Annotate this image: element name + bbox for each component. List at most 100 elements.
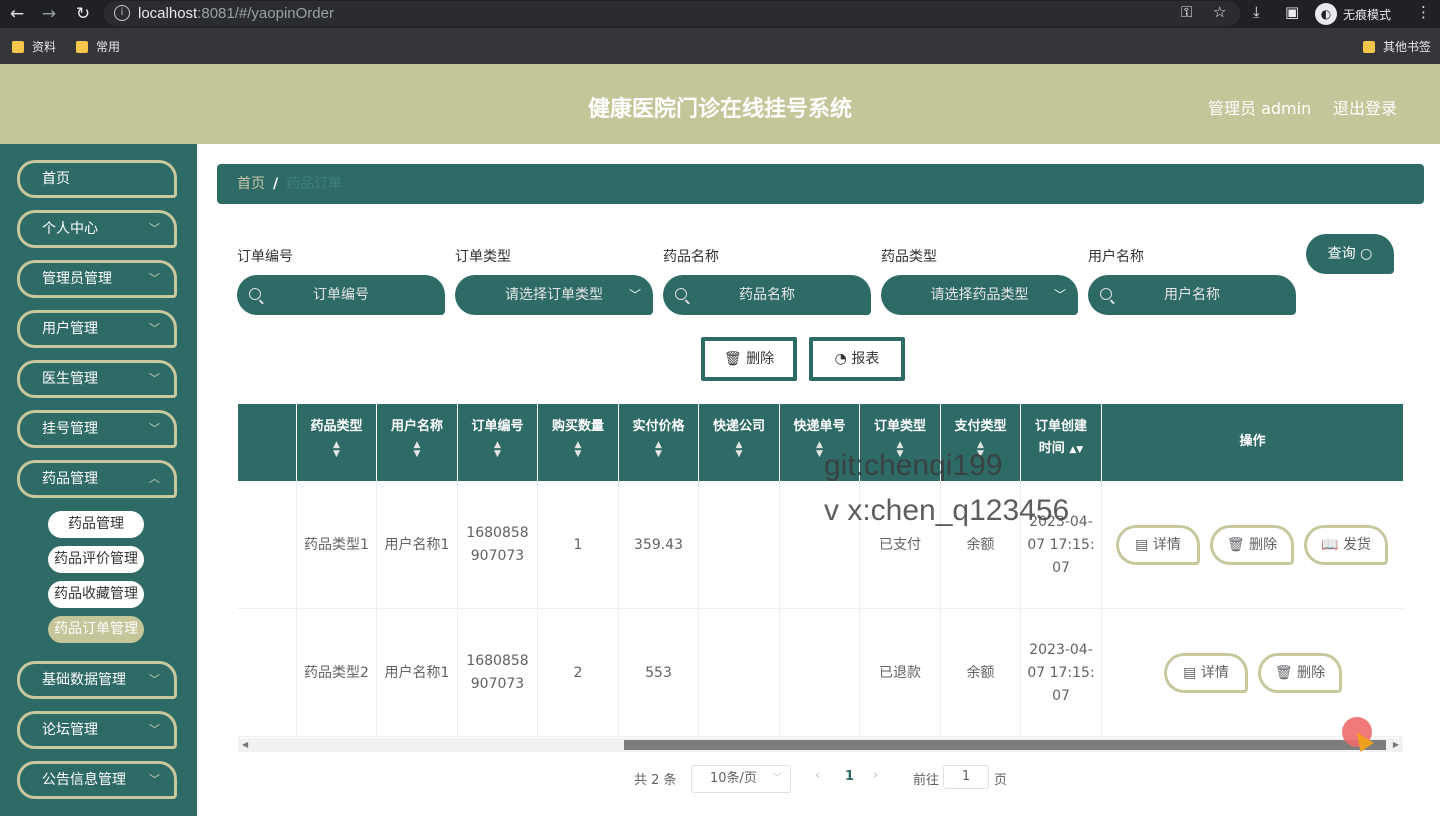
- sort-icon[interactable]: ▲▼: [297, 441, 376, 459]
- scroll-left-icon[interactable]: ◀: [242, 738, 248, 752]
- delete-label: 删除: [1297, 665, 1326, 681]
- user-name-placeholder: 用户名称: [1164, 287, 1220, 303]
- book-icon: 📖: [1321, 537, 1339, 553]
- sidebar-item-label: 首页: [42, 171, 70, 187]
- chevron-down-icon: ﹀: [1053, 288, 1066, 302]
- order-type-select[interactable]: 请选择订单类型 ﹀: [455, 275, 653, 315]
- sidebar-item-personal-center[interactable]: 个人中心 ﹀: [17, 210, 177, 248]
- table-header: 药品类型 ▲ ▼ 用户名称 ▲ ▼ 订单编号 ▲ ▼ 购买数量 ▲ ▼ 实付价格 ▲ ▼ 快递公司 ▲…: [238, 404, 1403, 481]
- ship-button[interactable]: 📖 发货: [1304, 525, 1388, 565]
- sidebar-item-registration-management[interactable]: 挂号管理 ﹀: [17, 410, 177, 448]
- sidebar-item-label: 用户管理: [42, 321, 98, 337]
- folder-icon: [12, 40, 24, 53]
- address-bar[interactable]: i localhost:8081/#/yaopinOrder: [104, 1, 1240, 26]
- goto-page-input[interactable]: 1: [943, 765, 989, 789]
- chevron-down-icon: ﹀: [149, 723, 160, 736]
- logout-link[interactable]: 退出登录: [1333, 95, 1397, 119]
- watermark-line: v x:chen_q123456: [824, 494, 1070, 527]
- back-icon[interactable]: ←: [6, 3, 28, 25]
- reload-icon[interactable]: ↻: [72, 3, 94, 25]
- incognito-indicator[interactable]: ◐ 无痕模式: [1315, 3, 1391, 25]
- cell-price: 553: [619, 609, 699, 737]
- detail-label: 详情: [1152, 537, 1181, 553]
- row-select-cell[interactable]: [238, 481, 297, 609]
- other-bookmarks[interactable]: 其他书签: [1363, 38, 1431, 55]
- column-header[interactable]: 订单编号 ▲ ▼: [458, 404, 538, 481]
- chevron-down-icon: ﹀: [772, 773, 782, 784]
- browser-toolbar: ← → ↻ i localhost:8081/#/yaopinOrder ⚿ ☆…: [0, 0, 1440, 28]
- column-header[interactable]: 订单创建时间 ▲▼: [1021, 404, 1102, 481]
- sidebar-item-label: 管理员管理: [42, 271, 112, 287]
- cell-tracking-no: [780, 609, 860, 737]
- sidebar-item-label: 个人中心: [42, 221, 98, 237]
- sidebar-item-base-data[interactable]: 基础数据管理 ﹀: [17, 661, 177, 699]
- other-bookmarks-label: 其他书签: [1383, 40, 1432, 54]
- scroll-right-icon[interactable]: ▶: [1393, 738, 1399, 752]
- search-icon: [249, 288, 261, 300]
- sidebar-item-admin-management[interactable]: 管理员管理 ﹀: [17, 260, 177, 298]
- pie-chart-icon: ◔: [834, 351, 847, 367]
- sidebar-item-label: 论坛管理: [42, 722, 98, 738]
- sort-icon[interactable]: ▲▼: [1069, 445, 1083, 455]
- bookmark-folder[interactable]: 资料: [12, 38, 56, 55]
- search-icon: ○: [1360, 246, 1373, 262]
- key-icon[interactable]: ⚿: [1181, 3, 1192, 21]
- scrollbar-thumb[interactable]: [624, 740, 1386, 750]
- document-icon: ▤: [1183, 665, 1197, 681]
- horizontal-scrollbar[interactable]: ◀ ▶: [238, 738, 1403, 752]
- delete-button[interactable]: 🗑 删除: [1210, 525, 1294, 565]
- site-info-icon[interactable]: i: [114, 5, 130, 21]
- bookmark-folder[interactable]: 常用: [76, 38, 120, 55]
- page-number-current[interactable]: 1: [845, 769, 854, 784]
- chevron-down-icon: ﹀: [149, 422, 160, 435]
- submenu-item-medicine[interactable]: 药品管理: [48, 511, 144, 538]
- pagination-total: 共 2 条: [634, 773, 677, 788]
- sort-icon[interactable]: ▲▼: [538, 441, 618, 459]
- forward-icon[interactable]: →: [38, 3, 60, 25]
- bookmark-star-icon[interactable]: ☆: [1213, 3, 1226, 21]
- sidebar-item-home[interactable]: 首页: [17, 160, 177, 198]
- row-select-cell[interactable]: [238, 609, 297, 737]
- download-icon[interactable]: ⤓: [1253, 3, 1260, 21]
- sidebar-item-forum[interactable]: 论坛管理 ﹀: [17, 711, 177, 749]
- detail-button[interactable]: ▤ 详情: [1164, 653, 1248, 693]
- sidebar-item-user-management[interactable]: 用户管理 ﹀: [17, 310, 177, 348]
- breadcrumb-home[interactable]: 首页: [237, 176, 265, 192]
- next-page-icon[interactable]: ›: [873, 768, 878, 783]
- sort-icon[interactable]: ▲▼: [619, 441, 698, 459]
- url-text: localhost:8081/#/yaopinOrder: [138, 5, 334, 22]
- column-header[interactable]: 实付价格 ▲ ▼: [619, 404, 699, 481]
- more-icon[interactable]: ⋮: [1416, 3, 1431, 21]
- report-button[interactable]: ◔ 报表: [809, 337, 905, 381]
- submenu-item-medicine-review[interactable]: 药品评价管理: [48, 546, 144, 573]
- column-header[interactable]: 用户名称 ▲ ▼: [377, 404, 458, 481]
- column-header[interactable]: 快递公司 ▲ ▼: [699, 404, 780, 481]
- sidebar-item-doctor-management[interactable]: 医生管理 ﹀: [17, 360, 177, 398]
- column-header[interactable]: 药品类型 ▲ ▼: [297, 404, 377, 481]
- detail-button[interactable]: ▤ 详情: [1116, 525, 1200, 565]
- cell-user-name: 用户名称1: [377, 481, 458, 609]
- order-no-input[interactable]: 订单编号: [237, 275, 445, 315]
- sort-icon[interactable]: ▲▼: [458, 441, 537, 459]
- medicine-name-input[interactable]: 药品名称: [663, 275, 871, 315]
- sort-icon[interactable]: ▲▼: [699, 441, 779, 459]
- column-header[interactable]: 购买数量 ▲ ▼: [538, 404, 619, 481]
- user-name-input[interactable]: 用户名称: [1088, 275, 1296, 315]
- sidebar: 首页 个人中心 ﹀ 管理员管理 ﹀ 用户管理 ﹀ 医生管理 ﹀ 挂号管理 ﹀ 药品管理 ︿ …: [0, 144, 197, 816]
- page-size-select[interactable]: 10条/页 ﹀: [691, 765, 791, 793]
- chevron-down-icon: ﹀: [149, 322, 160, 335]
- prev-page-icon[interactable]: ‹: [815, 768, 820, 783]
- medicine-type-select[interactable]: 请选择药品类型 ﹀: [881, 275, 1078, 315]
- sort-icon[interactable]: ▲▼: [377, 441, 457, 459]
- delete-button[interactable]: 🗑 删除: [1258, 653, 1342, 693]
- query-button[interactable]: 查询 ○: [1306, 234, 1394, 274]
- sidebar-item-announcement[interactable]: 公告信息管理 ﹀: [17, 761, 177, 799]
- breadcrumb-separator: /: [273, 176, 279, 192]
- sidepanel-icon[interactable]: ▣: [1285, 3, 1299, 21]
- sidebar-item-medicine-management[interactable]: 药品管理 ︿: [17, 460, 177, 498]
- medicine-name-placeholder: 药品名称: [739, 287, 795, 303]
- report-label: 报表: [851, 351, 880, 367]
- submenu-item-medicine-favorite[interactable]: 药品收藏管理: [48, 581, 144, 608]
- submenu-item-medicine-order[interactable]: 药品订单管理: [48, 616, 144, 643]
- bulk-delete-button[interactable]: 🗑 删除: [701, 337, 797, 381]
